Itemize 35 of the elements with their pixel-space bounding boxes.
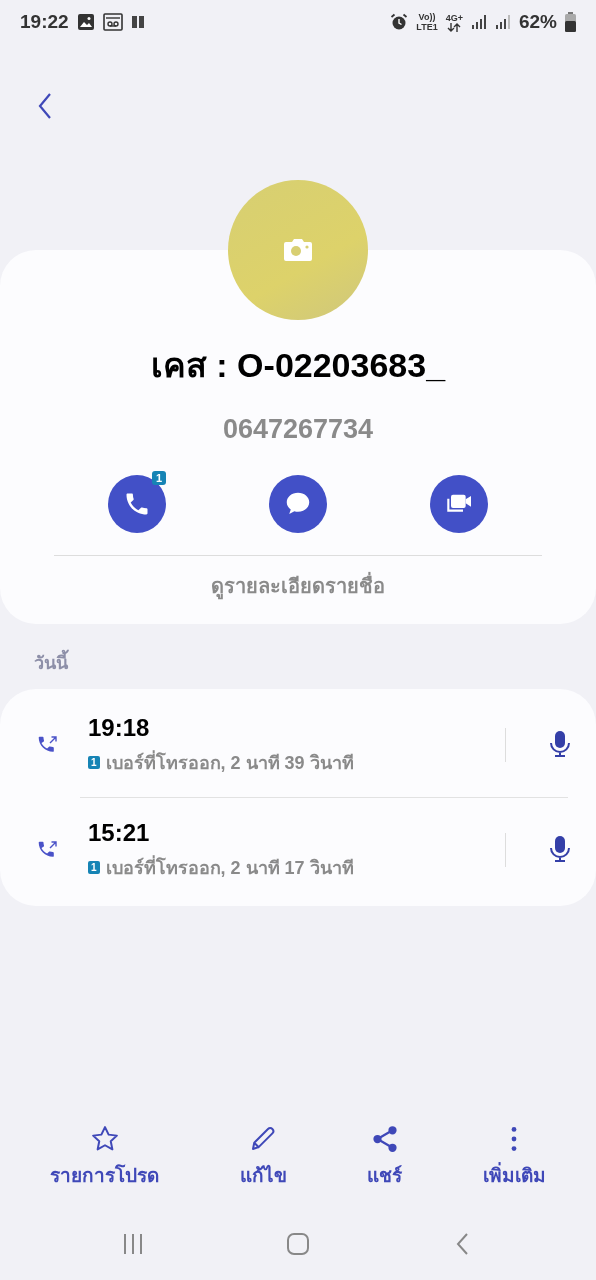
network-label: 4G+ <box>445 12 463 23</box>
favorite-button[interactable]: รายการโปรด <box>50 1124 160 1190</box>
call-time: 15:21 <box>88 818 151 847</box>
home-icon <box>286 1231 310 1256</box>
call-detail: เบอร์ที่โทรออก, 2 นาที 17 วินาที <box>105 854 354 880</box>
section-heading: วันนี้ <box>34 648 596 677</box>
share-button[interactable]: แชร์ <box>367 1124 403 1190</box>
camera-icon <box>283 238 313 262</box>
contact-name: เคส : O-02203683_ <box>150 345 446 386</box>
view-details-link[interactable]: ดูรายละเอียดรายชื่อ <box>211 556 385 624</box>
message-button[interactable] <box>269 475 327 533</box>
sim-badge: 1 <box>88 860 100 874</box>
sim-badge: 1 <box>88 755 100 769</box>
phone-number: 0647267734 <box>222 414 374 445</box>
gallery-icon <box>76 13 95 31</box>
microphone-icon <box>548 834 572 863</box>
data-arrows-icon <box>447 22 462 32</box>
status-time: 19:22 <box>20 11 69 33</box>
sim-badge: 1 <box>151 471 166 485</box>
call-detail: เบอร์ที่โทรออก, 2 นาที 39 วินาที <box>105 749 354 775</box>
more-icon <box>511 1124 518 1154</box>
edit-button[interactable]: แก้ไข <box>239 1124 287 1190</box>
battery-percent: 62% <box>518 11 557 33</box>
call-time: 19:18 <box>88 713 151 742</box>
signal-icon <box>470 14 487 30</box>
pause-icon <box>130 15 145 29</box>
battery-icon <box>565 12 576 32</box>
signal-icon <box>494 14 511 30</box>
more-button[interactable]: เพิ่มเติม <box>482 1124 546 1190</box>
voicemail-icon <box>102 13 123 31</box>
volte-label: Vo)) <box>418 12 436 22</box>
video-call-button[interactable] <box>430 475 488 533</box>
microphone-icon <box>548 729 572 758</box>
alarm-icon <box>390 13 409 31</box>
lte-label: LTE1 <box>416 22 438 32</box>
